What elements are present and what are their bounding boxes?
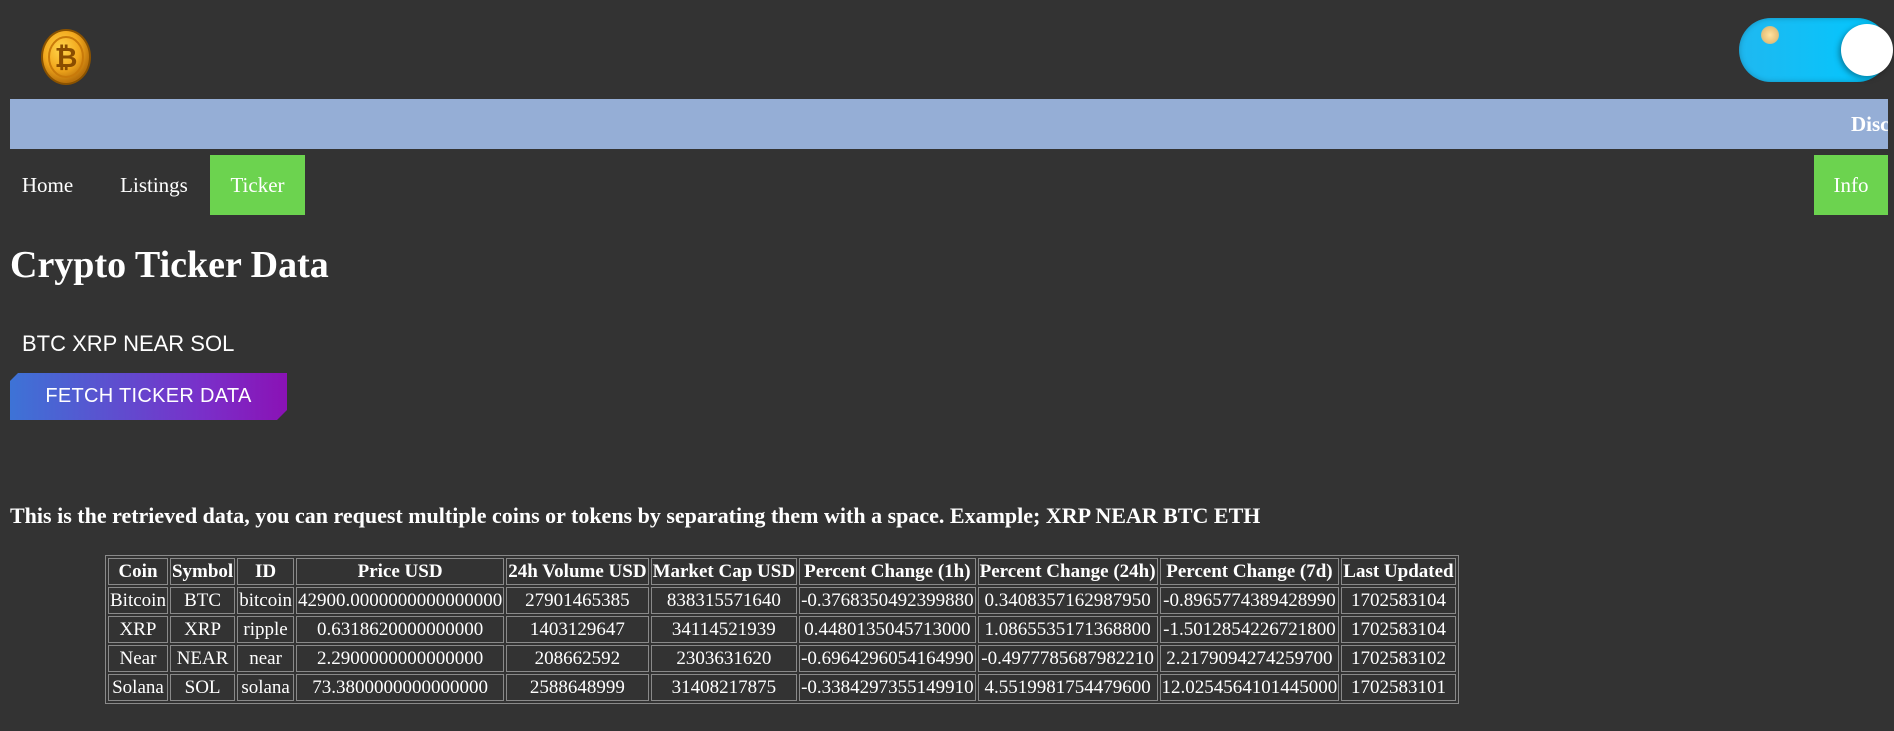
cell-coin: Bitcoin	[108, 587, 168, 614]
cell-change-7d: -0.8965774389428990	[1159, 587, 1340, 614]
cell-price-usd: 2.2900000000000000	[295, 645, 505, 672]
ticker-table: Coin Symbol ID Price USD 24h Volume USD …	[105, 555, 1459, 704]
cell-change-24h: -0.4977785687982210	[977, 645, 1158, 672]
cell-symbol: XRP	[169, 616, 236, 643]
cell-price-usd: 42900.0000000000000000	[295, 587, 505, 614]
header-symbol: Symbol	[169, 558, 236, 585]
header-id: ID	[237, 558, 294, 585]
cell-change-1h: -0.6964296054164990	[799, 645, 976, 672]
cell-change-1h: -0.3384297355149910	[799, 674, 976, 701]
cell-volume-24h: 27901465385	[506, 587, 649, 614]
cell-last-updated: 1702583101	[1341, 674, 1456, 701]
marquee-text: Disc	[1851, 112, 1888, 136]
table-row: Bitcoin BTC bitcoin 42900.00000000000000…	[108, 587, 1456, 614]
nav-home[interactable]: Home	[10, 155, 85, 215]
nav-ticker[interactable]: Ticker	[210, 155, 305, 215]
cell-coin: Solana	[108, 674, 168, 701]
header-volume-24h: 24h Volume USD	[506, 558, 649, 585]
header-price-usd: Price USD	[295, 558, 505, 585]
header-change-7d: Percent Change (7d)	[1159, 558, 1340, 585]
cell-id: near	[237, 645, 294, 672]
cell-id: solana	[237, 674, 294, 701]
theme-toggle[interactable]	[1739, 18, 1893, 82]
main-nav: Home Listings Ticker Info	[10, 155, 1888, 215]
cell-volume-24h: 1403129647	[506, 616, 649, 643]
cell-change-1h: -0.3768350492399880	[799, 587, 976, 614]
marquee-banner: Disc	[10, 99, 1888, 149]
header-market-cap: Market Cap USD	[650, 558, 798, 585]
page-title: Crypto Ticker Data	[10, 244, 329, 286]
bitcoin-logo-icon: ₿	[40, 28, 92, 86]
cell-last-updated: 1702583102	[1341, 645, 1456, 672]
toggle-knob	[1841, 24, 1893, 76]
cell-volume-24h: 208662592	[506, 645, 649, 672]
header-coin: Coin	[108, 558, 168, 585]
cell-change-7d: 12.0254564101445000	[1159, 674, 1340, 701]
cell-change-24h: 4.5519981754479600	[977, 674, 1158, 701]
cell-symbol: NEAR	[169, 645, 236, 672]
sun-icon	[1761, 26, 1779, 44]
cell-price-usd: 73.3800000000000000	[295, 674, 505, 701]
cell-id: bitcoin	[237, 587, 294, 614]
table-row: Solana SOL solana 73.3800000000000000 25…	[108, 674, 1456, 701]
header-last-updated: Last Updated	[1341, 558, 1456, 585]
cell-last-updated: 1702583104	[1341, 587, 1456, 614]
cell-volume-24h: 2588648999	[506, 674, 649, 701]
info-text: This is the retrieved data, you can requ…	[10, 503, 1261, 528]
cell-symbol: SOL	[169, 674, 236, 701]
fetch-ticker-button[interactable]: FETCH TICKER DATA	[10, 373, 287, 420]
table-header-row: Coin Symbol ID Price USD 24h Volume USD …	[108, 558, 1456, 585]
table-row: Near NEAR near 2.2900000000000000 208662…	[108, 645, 1456, 672]
cell-symbol: BTC	[169, 587, 236, 614]
cell-price-usd: 0.6318620000000000	[295, 616, 505, 643]
cell-market-cap: 2303631620	[650, 645, 798, 672]
header-change-24h: Percent Change (24h)	[977, 558, 1158, 585]
cell-coin: Near	[108, 645, 168, 672]
nav-info[interactable]: Info	[1814, 155, 1888, 215]
cell-last-updated: 1702583104	[1341, 616, 1456, 643]
cell-change-7d: 2.2179094274259700	[1159, 645, 1340, 672]
svg-text:₿: ₿	[55, 41, 78, 74]
cell-change-1h: 0.4480135045713000	[799, 616, 976, 643]
table-row: XRP XRP ripple 0.6318620000000000 140312…	[108, 616, 1456, 643]
cell-change-24h: 1.0865535171368800	[977, 616, 1158, 643]
cell-change-24h: 0.3408357162987950	[977, 587, 1158, 614]
ticker-input[interactable]	[10, 326, 410, 362]
nav-listings[interactable]: Listings	[102, 155, 206, 215]
cell-coin: XRP	[108, 616, 168, 643]
cell-id: ripple	[237, 616, 294, 643]
cell-market-cap: 31408217875	[650, 674, 798, 701]
header-change-1h: Percent Change (1h)	[799, 558, 976, 585]
cell-market-cap: 838315571640	[650, 587, 798, 614]
cell-change-7d: -1.5012854226721800	[1159, 616, 1340, 643]
cell-market-cap: 34114521939	[650, 616, 798, 643]
